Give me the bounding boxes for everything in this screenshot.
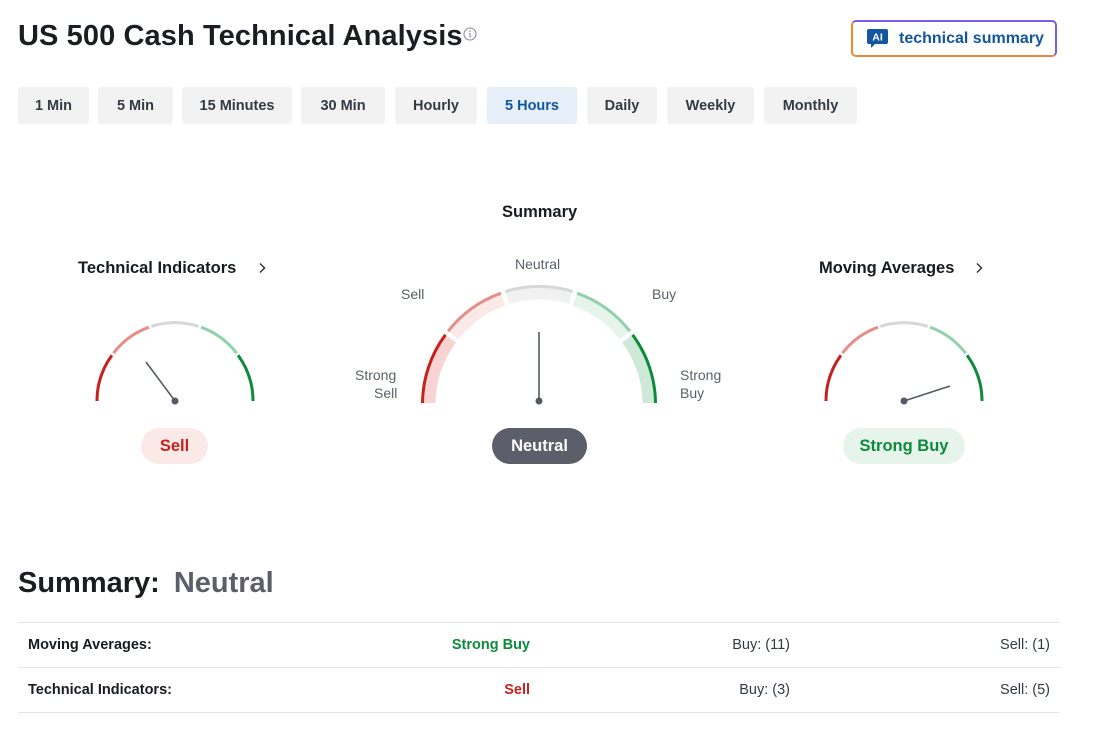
gauge-segment-neutral	[150, 321, 200, 328]
info-icon[interactable]	[463, 27, 477, 41]
gauge-segment-buy	[200, 325, 238, 355]
chevron-right-icon[interactable]	[257, 262, 267, 274]
row-signal: Strong Buy	[451, 637, 530, 653]
row-signal: Sell	[504, 682, 530, 698]
gauge-needle-hub	[171, 397, 179, 405]
gauge-segment-buy	[929, 325, 967, 355]
summary-heading-label: Summary:	[18, 567, 160, 599]
tab-5-min[interactable]: 5 Min	[98, 87, 173, 124]
row-buy-count: Buy: (11)	[732, 637, 790, 653]
tab-30-min[interactable]: 30 Min	[301, 87, 385, 124]
tab-weekly[interactable]: Weekly	[667, 87, 754, 124]
table-row-moving-averages: Moving Averages: Strong Buy Buy: (11) Se…	[18, 623, 1060, 668]
row-label: Moving Averages:	[28, 637, 152, 653]
gauge-fill-sell	[448, 293, 506, 340]
gauge-segment-sell	[112, 325, 150, 355]
row-sell-count: Sell: (5)	[1000, 682, 1050, 698]
technical-indicators-gauge	[95, 321, 255, 405]
summary-table: Moving Averages: Strong Buy Buy: (11) Se…	[18, 622, 1060, 713]
moving-averages-signal-badge: Strong Buy	[843, 428, 965, 464]
summary-gauge	[421, 285, 657, 405]
gauge-segment-strong-buy	[236, 354, 255, 402]
page-title: US 500 Cash Technical Analysis	[18, 20, 463, 52]
technical-indicators-signal-badge: Sell	[141, 428, 208, 464]
summary-gauge-heading: Summary	[502, 203, 578, 221]
summary-signal-badge: Neutral	[492, 428, 587, 464]
gauge-segment-strong-sell	[95, 354, 114, 402]
summary-heading-value: Neutral	[173, 567, 274, 599]
ai-button-label: technical summary	[899, 29, 1044, 47]
ai-chat-icon: AI	[867, 29, 888, 48]
moving-averages-gauge	[824, 321, 984, 405]
tab-15-minutes[interactable]: 15 Minutes	[182, 87, 292, 124]
row-sell-count: Sell: (1)	[1000, 637, 1050, 653]
gauge-needle-hub	[900, 397, 908, 405]
gauge-label-strong-sell-line1: Strong	[355, 367, 397, 383]
gauge-segment-strong-buy	[965, 354, 984, 402]
gauge-needle-hub	[535, 397, 543, 405]
row-label: Technical Indicators:	[28, 682, 172, 698]
gauge-label-strong-sell-line2: Sell	[374, 385, 398, 401]
tab-monthly[interactable]: Monthly	[764, 87, 857, 124]
tab-daily[interactable]: Daily	[587, 87, 657, 124]
table-row-technical-indicators: Technical Indicators: Sell Buy: (3) Sell…	[18, 668, 1060, 713]
technical-indicators-heading[interactable]: Technical Indicators	[78, 259, 236, 278]
gauge-label-strong-buy-line1: Strong	[680, 367, 722, 383]
gauge-needle	[145, 361, 176, 402]
summary-heading: Summary: Neutral	[18, 567, 274, 600]
moving-averages-heading[interactable]: Moving Averages	[819, 259, 954, 278]
gauge-segment-strong-sell	[824, 354, 843, 402]
tab-5-hours[interactable]: 5 Hours	[487, 87, 577, 124]
gauge-segment-sell	[841, 325, 879, 355]
gauge-label-neutral: Neutral	[515, 256, 561, 272]
tab-hourly[interactable]: Hourly	[395, 87, 477, 124]
gauge-label-strong-buy-line2: Buy	[680, 385, 705, 401]
gauge-needle	[903, 385, 951, 402]
tab-1-min[interactable]: 1 Min	[18, 87, 89, 124]
ai-badge-text: AI	[872, 32, 883, 44]
row-buy-count: Buy: (3)	[739, 682, 790, 698]
gauge-segment-neutral	[879, 321, 929, 328]
ai-technical-summary-button[interactable]: AI technical summary	[851, 20, 1057, 57]
gauge-fill-buy	[572, 293, 630, 340]
chevron-right-icon[interactable]	[974, 262, 984, 274]
